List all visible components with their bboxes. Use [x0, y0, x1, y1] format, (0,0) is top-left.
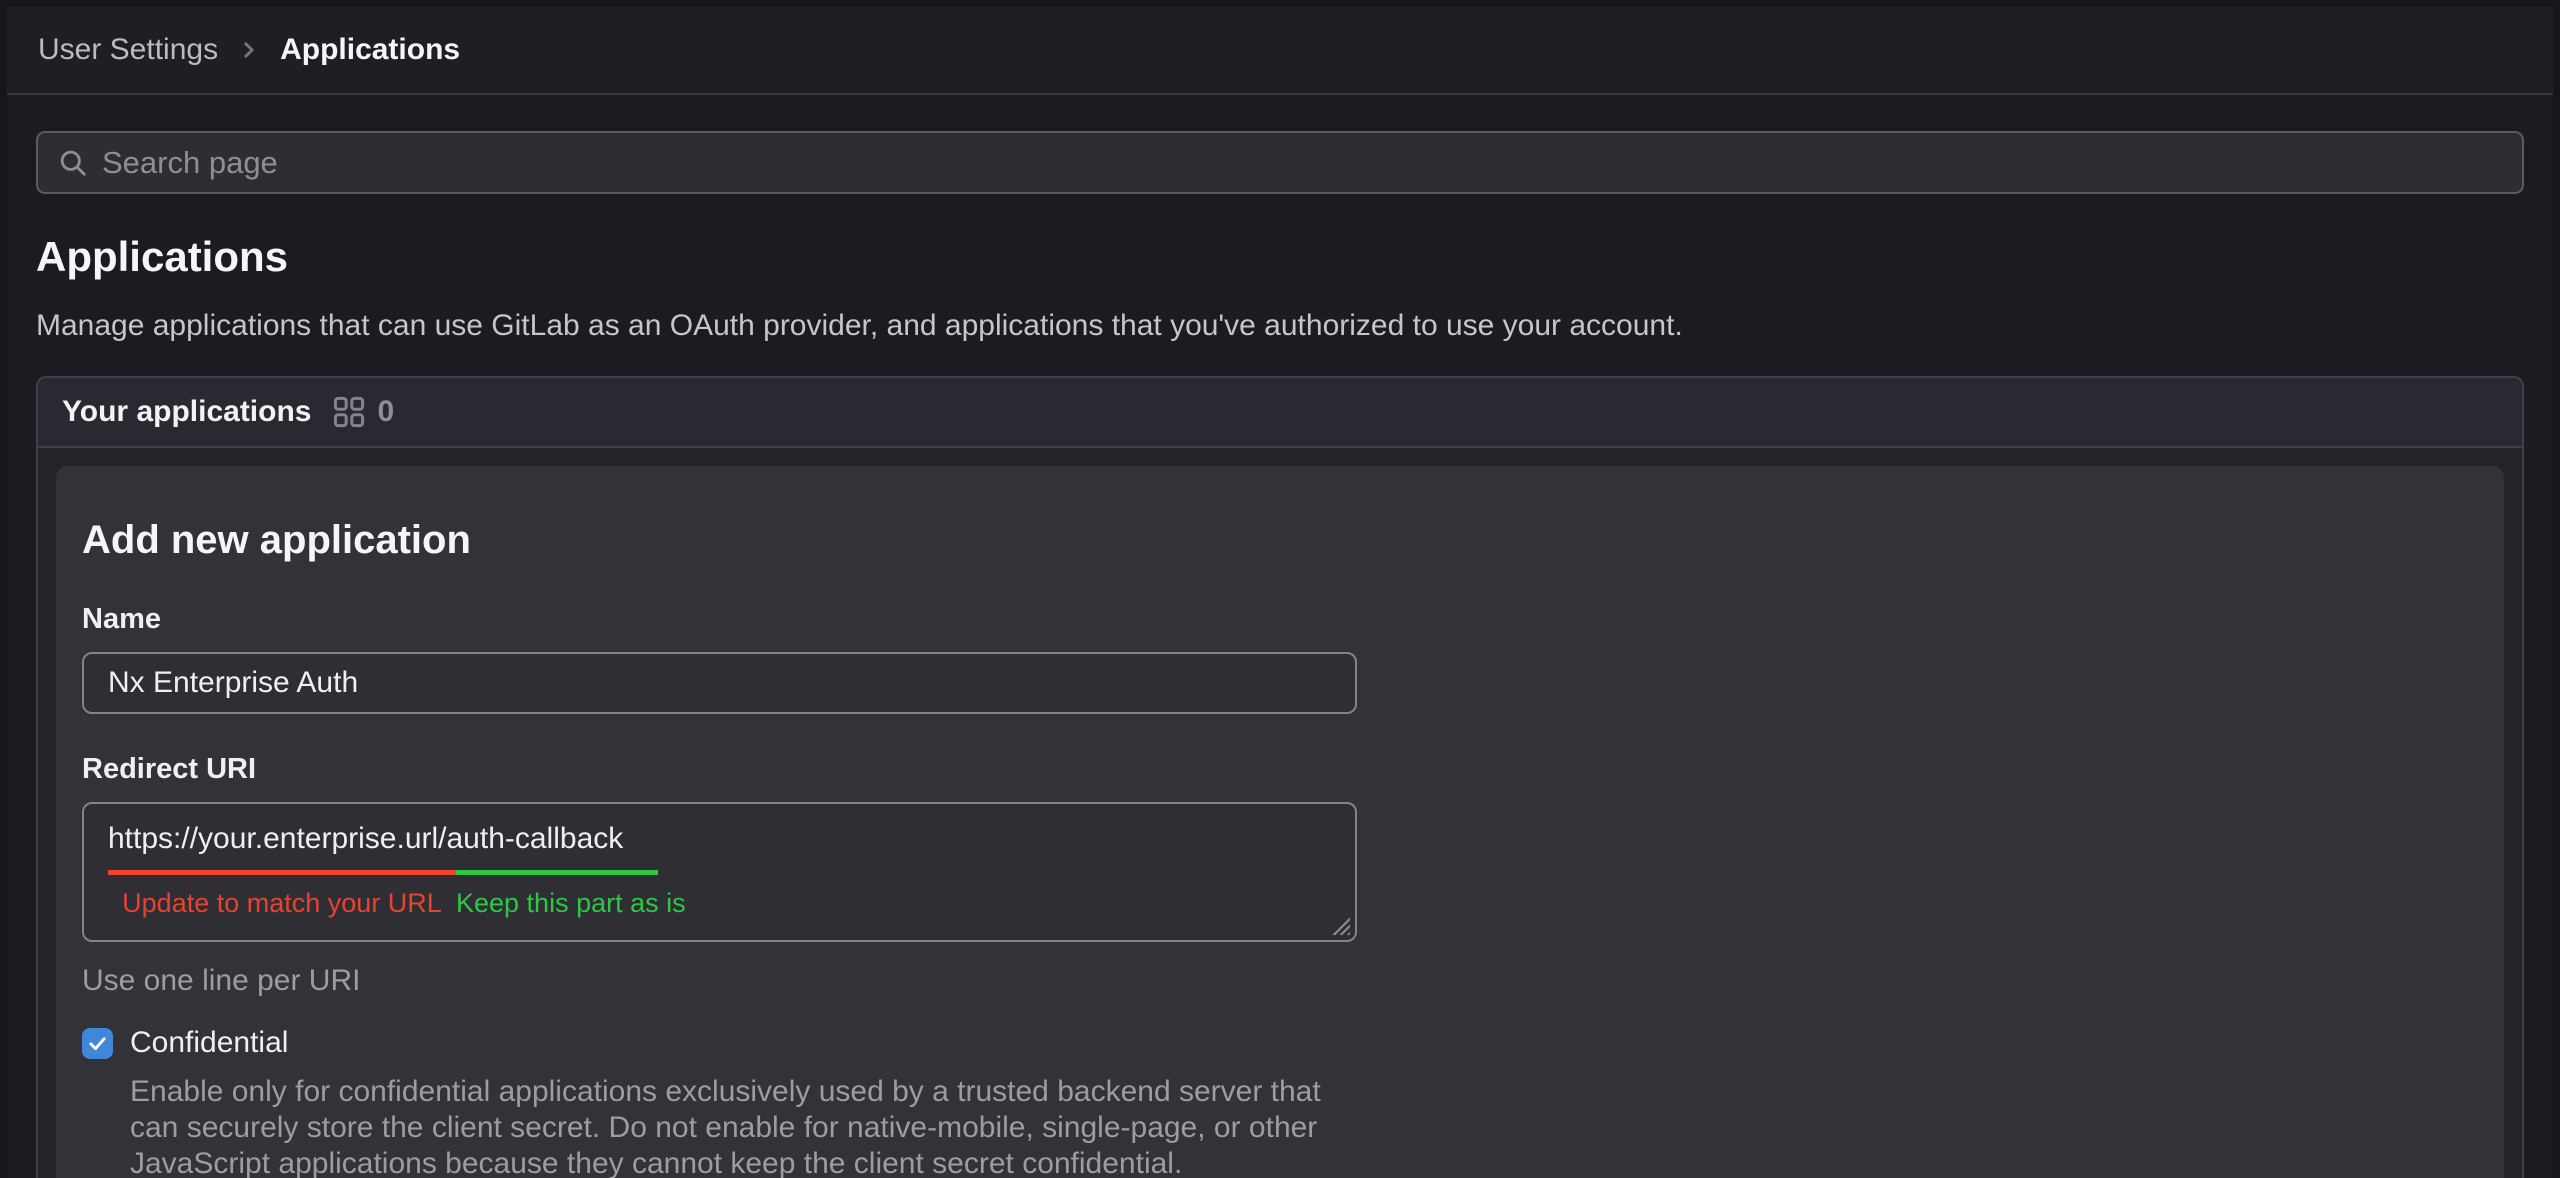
applications-count-badge: 0 [377, 395, 394, 429]
breadcrumb-applications: Applications [280, 33, 460, 67]
green-underline-segment [456, 870, 658, 875]
annotation-keep-part: Keep this part as is [456, 886, 658, 920]
window-edge-top [0, 0, 2560, 7]
main-content: Applications Manage applications that ca… [0, 131, 2560, 1178]
confidential-group: Confidential Enable only for confidentia… [82, 1026, 2478, 1178]
application-name-input[interactable] [82, 652, 1357, 714]
chevron-right-icon [236, 37, 262, 63]
confidential-description-line: can securely store the client secret. Do… [130, 1110, 2478, 1146]
search-icon [58, 148, 88, 178]
confidential-description-line: Enable only for confidential application… [130, 1074, 2478, 1110]
window-edge-right [2553, 0, 2560, 1178]
uri-annotation-notes: Update to match your URL Keep this part … [108, 886, 658, 920]
redirect-uri-value: https://your.enterprise.url/auth-callbac… [108, 820, 1331, 858]
confidential-label[interactable]: Confidential [130, 1026, 288, 1060]
name-label: Name [82, 602, 2478, 636]
your-applications-header: Your applications 0 [38, 378, 2522, 448]
confidential-row: Confidential [82, 1026, 2478, 1060]
annotation-update-url: Update to match your URL [108, 886, 456, 920]
your-applications-body: Add new application Name Redirect URI ht… [38, 448, 2522, 1178]
uri-annotation-underline [108, 870, 658, 875]
applications-grid-icon [333, 396, 365, 428]
breadcrumb-user-settings[interactable]: User Settings [38, 33, 218, 67]
your-applications-title: Your applications [62, 395, 311, 429]
search-input[interactable] [102, 145, 2502, 181]
confidential-description-line: JavaScript applications because they can… [130, 1146, 2478, 1178]
page-description: Manage applications that can use GitLab … [36, 308, 2524, 344]
redirect-uri-group: Redirect URI https://your.enterprise.url… [82, 752, 2478, 998]
your-applications-panel: Your applications 0 Add new application … [36, 376, 2524, 1178]
add-application-title: Add new application [82, 516, 2478, 564]
confidential-checkbox[interactable] [82, 1028, 113, 1059]
redirect-uri-textarea[interactable]: https://your.enterprise.url/auth-callbac… [82, 802, 1357, 942]
page-title: Applications [36, 234, 2524, 280]
name-field-group: Name [82, 602, 2478, 714]
redirect-uri-help: Use one line per URI [82, 964, 2478, 998]
page-search-box [36, 131, 2524, 194]
window-edge-left [0, 0, 7, 1178]
red-underline-segment [108, 870, 456, 875]
textarea-resize-handle[interactable] [1332, 917, 1350, 935]
redirect-uri-label: Redirect URI [82, 752, 2478, 786]
add-application-card: Add new application Name Redirect URI ht… [56, 466, 2504, 1178]
checkmark-icon [85, 1031, 110, 1056]
breadcrumb-bar: User Settings Applications [0, 0, 2560, 95]
confidential-description: Enable only for confidential application… [130, 1074, 2478, 1178]
